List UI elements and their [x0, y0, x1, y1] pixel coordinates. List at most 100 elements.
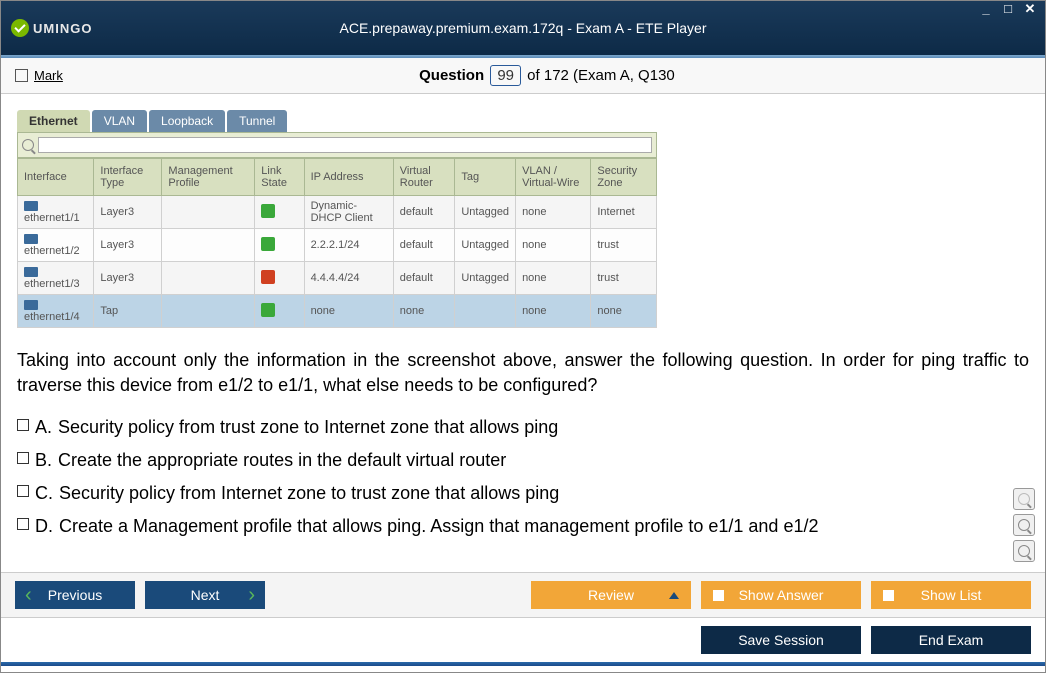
cell-vlan: none [516, 262, 591, 295]
answer-letter: C. [35, 480, 53, 507]
bottom-accent [1, 662, 1045, 666]
answer-text: Create the appropriate routes in the def… [58, 447, 506, 474]
cell-link [255, 196, 304, 229]
question-bar: Mark Question 99 of 172 (Exam A, Q130 [1, 58, 1045, 94]
title-bar: UMINGO ACE.prepaway.premium.exam.172q - … [1, 1, 1045, 55]
cell-tag [455, 295, 516, 328]
port-icon [24, 201, 38, 211]
interface-table: Interface Interface Type Management Prof… [17, 158, 657, 328]
question-label: Question [419, 67, 484, 84]
th-tag: Tag [455, 159, 516, 196]
answer-checkbox[interactable] [17, 518, 29, 530]
nav-bar: Previous Next Review Show Answer Show Li… [1, 572, 1045, 617]
link-state-icon [261, 303, 275, 317]
minimize-button[interactable]: _ [977, 3, 995, 17]
table-row[interactable]: ethernet1/2Layer32.2.2.1/24defaultUntagg… [18, 229, 657, 262]
cell-profile [162, 229, 255, 262]
answers-list: A.Security policy from trust zone to Int… [17, 414, 1029, 540]
th-vr: Virtual Router [393, 159, 455, 196]
table-row[interactable]: ethernet1/3Layer34.4.4.4/24defaultUntagg… [18, 262, 657, 295]
cell-tag: Untagged [455, 196, 516, 229]
cell-interface: ethernet1/1 [18, 196, 94, 229]
answer-text: Security policy from Internet zone to tr… [59, 480, 559, 507]
app-logo: UMINGO [11, 19, 92, 37]
port-icon [24, 234, 38, 244]
previous-button[interactable]: Previous [15, 581, 135, 609]
cell-interface: ethernet1/3 [18, 262, 94, 295]
th-link: Link State [255, 159, 304, 196]
tab-loopback[interactable]: Loopback [149, 110, 225, 132]
question-number: 99 [490, 65, 521, 86]
answer-option[interactable]: B.Create the appropriate routes in the d… [17, 447, 1029, 474]
cell-vr: none [393, 295, 455, 328]
answer-letter: B. [35, 447, 52, 474]
cell-interface: ethernet1/2 [18, 229, 94, 262]
zoom-reset-icon[interactable] [1013, 488, 1035, 510]
answer-letter: D. [35, 513, 53, 540]
cell-profile [162, 295, 255, 328]
cell-zone: trust [591, 229, 657, 262]
answer-option[interactable]: C.Security policy from Internet zone to … [17, 480, 1029, 507]
cell-type: Layer3 [94, 262, 162, 295]
th-profile: Management Profile [162, 159, 255, 196]
cell-vr: default [393, 262, 455, 295]
logo-check-icon [11, 19, 29, 37]
cell-link [255, 262, 304, 295]
mark-label[interactable]: Mark [34, 68, 63, 83]
zoom-out-icon[interactable] [1013, 540, 1035, 562]
answer-option[interactable]: D.Create a Management profile that allow… [17, 513, 1029, 540]
cell-ip: none [304, 295, 393, 328]
show-list-button[interactable]: Show List [871, 581, 1031, 609]
answer-option[interactable]: A.Security policy from trust zone to Int… [17, 414, 1029, 441]
cell-ip: Dynamic-DHCP Client [304, 196, 393, 229]
cell-type: Layer3 [94, 229, 162, 262]
cell-tag: Untagged [455, 229, 516, 262]
save-session-button[interactable]: Save Session [701, 626, 861, 654]
port-icon [24, 300, 38, 310]
window-title: ACE.prepaway.premium.exam.172q - Exam A … [1, 20, 1045, 36]
answer-checkbox[interactable] [17, 485, 29, 497]
tab-vlan[interactable]: VLAN [92, 110, 147, 132]
cell-type: Layer3 [94, 196, 162, 229]
answer-letter: A. [35, 414, 52, 441]
th-type: Interface Type [94, 159, 162, 196]
end-exam-button[interactable]: End Exam [871, 626, 1031, 654]
th-interface: Interface [18, 159, 94, 196]
cell-zone: none [591, 295, 657, 328]
next-button[interactable]: Next [145, 581, 265, 609]
answer-text: Security policy from trust zone to Inter… [58, 414, 558, 441]
link-state-icon [261, 237, 275, 251]
tab-ethernet[interactable]: Ethernet [17, 110, 90, 132]
close-button[interactable]: ✕ [1021, 3, 1039, 17]
cell-profile [162, 196, 255, 229]
answer-checkbox[interactable] [17, 419, 29, 431]
tab-tunnel[interactable]: Tunnel [227, 110, 287, 132]
cell-vlan: none [516, 196, 591, 229]
brand-text: UMINGO [33, 21, 92, 36]
cell-link [255, 229, 304, 262]
th-ip: IP Address [304, 159, 393, 196]
session-bar: Save Session End Exam [1, 617, 1045, 662]
port-icon [24, 267, 38, 277]
th-zone: Security Zone [591, 159, 657, 196]
cell-tag: Untagged [455, 262, 516, 295]
cell-vr: default [393, 196, 455, 229]
review-button[interactable]: Review [531, 581, 691, 609]
cell-zone: trust [591, 262, 657, 295]
cell-type: Tap [94, 295, 162, 328]
maximize-button[interactable]: □ [999, 3, 1017, 17]
filter-row [17, 132, 657, 158]
cell-profile [162, 262, 255, 295]
mark-checkbox[interactable] [15, 69, 28, 82]
cell-ip: 2.2.2.1/24 [304, 229, 393, 262]
th-vlan: VLAN / Virtual-Wire [516, 159, 591, 196]
answer-checkbox[interactable] [17, 452, 29, 464]
cell-interface: ethernet1/4 [18, 295, 94, 328]
filter-input[interactable] [38, 137, 652, 153]
zoom-in-icon[interactable] [1013, 514, 1035, 536]
cell-vlan: none [516, 229, 591, 262]
table-row[interactable]: ethernet1/1Layer3 Dynamic-DHCP Clientdefa… [18, 196, 657, 229]
table-row[interactable]: ethernet1/4Tapnonenonenonenone [18, 295, 657, 328]
show-answer-button[interactable]: Show Answer [701, 581, 861, 609]
link-state-icon [261, 204, 275, 218]
